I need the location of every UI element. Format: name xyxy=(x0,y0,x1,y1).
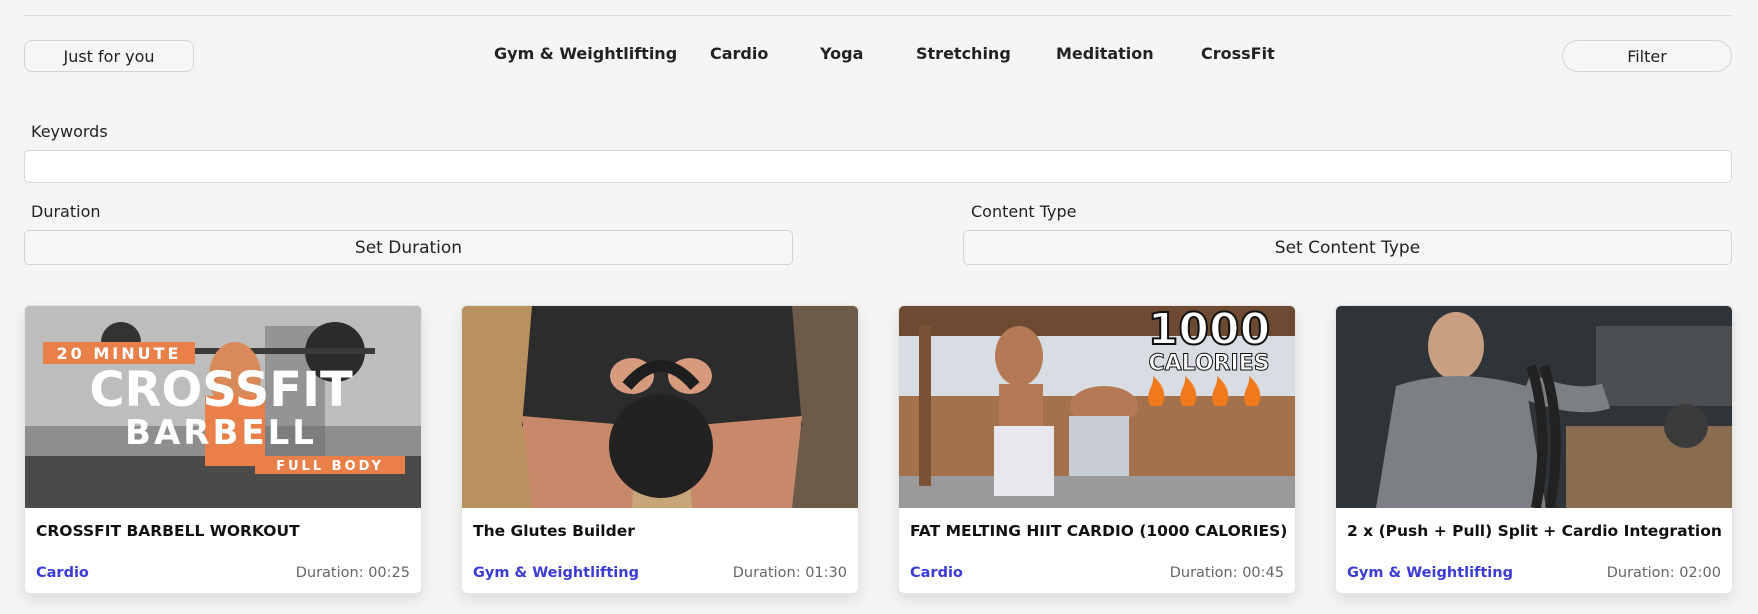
tab-cardio[interactable]: Cardio xyxy=(710,44,768,63)
thumb-text-minute: 20 MINUTE xyxy=(57,344,182,363)
keywords-label: Keywords xyxy=(31,122,108,141)
card-category[interactable]: Gym & Weightlifting xyxy=(1347,565,1513,581)
workout-card[interactable]: The Glutes Builder Gym & Weightlifting D… xyxy=(461,305,859,594)
workout-thumbnail xyxy=(1336,306,1732,508)
card-title: CROSSFIT BARBELL WORKOUT xyxy=(36,522,300,540)
tab-stretching[interactable]: Stretching xyxy=(916,44,1011,63)
workout-thumbnail: 1000 CALORIES xyxy=(899,306,1295,508)
card-title: The Glutes Builder xyxy=(473,522,635,540)
card-category[interactable]: Cardio xyxy=(36,565,89,581)
thumb-text-1000: 1000 xyxy=(1148,306,1270,355)
card-duration: Duration: 01:30 xyxy=(732,565,847,581)
thumb-text-crossfit: CROSSFIT xyxy=(89,362,353,418)
thumb-text-barbell: BARBELL xyxy=(125,413,317,453)
duration-label: Duration xyxy=(31,202,101,221)
card-duration: Duration: 00:25 xyxy=(295,565,410,581)
tab-yoga[interactable]: Yoga xyxy=(820,44,863,63)
workout-card[interactable]: 2 x (Push + Pull) Split + Cardio Integra… xyxy=(1335,305,1733,594)
card-duration: Duration: 00:45 xyxy=(1169,565,1284,581)
thumb-text-calories: CALORIES xyxy=(1148,351,1269,376)
workout-thumbnail: 20 MINUTE CROSSFIT BARBELL FULL BODY xyxy=(25,306,421,508)
content-type-label: Content Type xyxy=(971,202,1077,221)
card-category[interactable]: Cardio xyxy=(910,565,963,581)
top-divider xyxy=(24,15,1732,16)
card-title: FAT MELTING HIIT CARDIO (1000 CALORIES) xyxy=(910,522,1288,540)
category-tabs: Gym & Weightlifting Cardio Yoga Stretchi… xyxy=(0,44,1758,68)
tab-crossfit[interactable]: CrossFit xyxy=(1201,44,1275,63)
card-category[interactable]: Gym & Weightlifting xyxy=(473,565,639,581)
workout-thumbnail xyxy=(462,306,858,508)
keywords-input[interactable] xyxy=(24,150,1732,183)
card-title: 2 x (Push + Pull) Split + Cardio Integra… xyxy=(1347,522,1722,540)
workout-card[interactable]: 1000 CALORIES FAT MELTING HIIT CARDIO (1… xyxy=(898,305,1296,594)
tab-meditation[interactable]: Meditation xyxy=(1056,44,1154,63)
card-duration: Duration: 02:00 xyxy=(1606,565,1721,581)
workout-card[interactable]: 20 MINUTE CROSSFIT BARBELL FULL BODY CRO… xyxy=(24,305,422,594)
set-duration-button[interactable]: Set Duration xyxy=(24,230,793,265)
filter-button[interactable]: Filter xyxy=(1562,40,1732,72)
set-content-type-button[interactable]: Set Content Type xyxy=(963,230,1732,265)
thumb-text-full-body: FULL BODY xyxy=(276,459,384,474)
tab-gym-weightlifting[interactable]: Gym & Weightlifting xyxy=(494,44,677,63)
